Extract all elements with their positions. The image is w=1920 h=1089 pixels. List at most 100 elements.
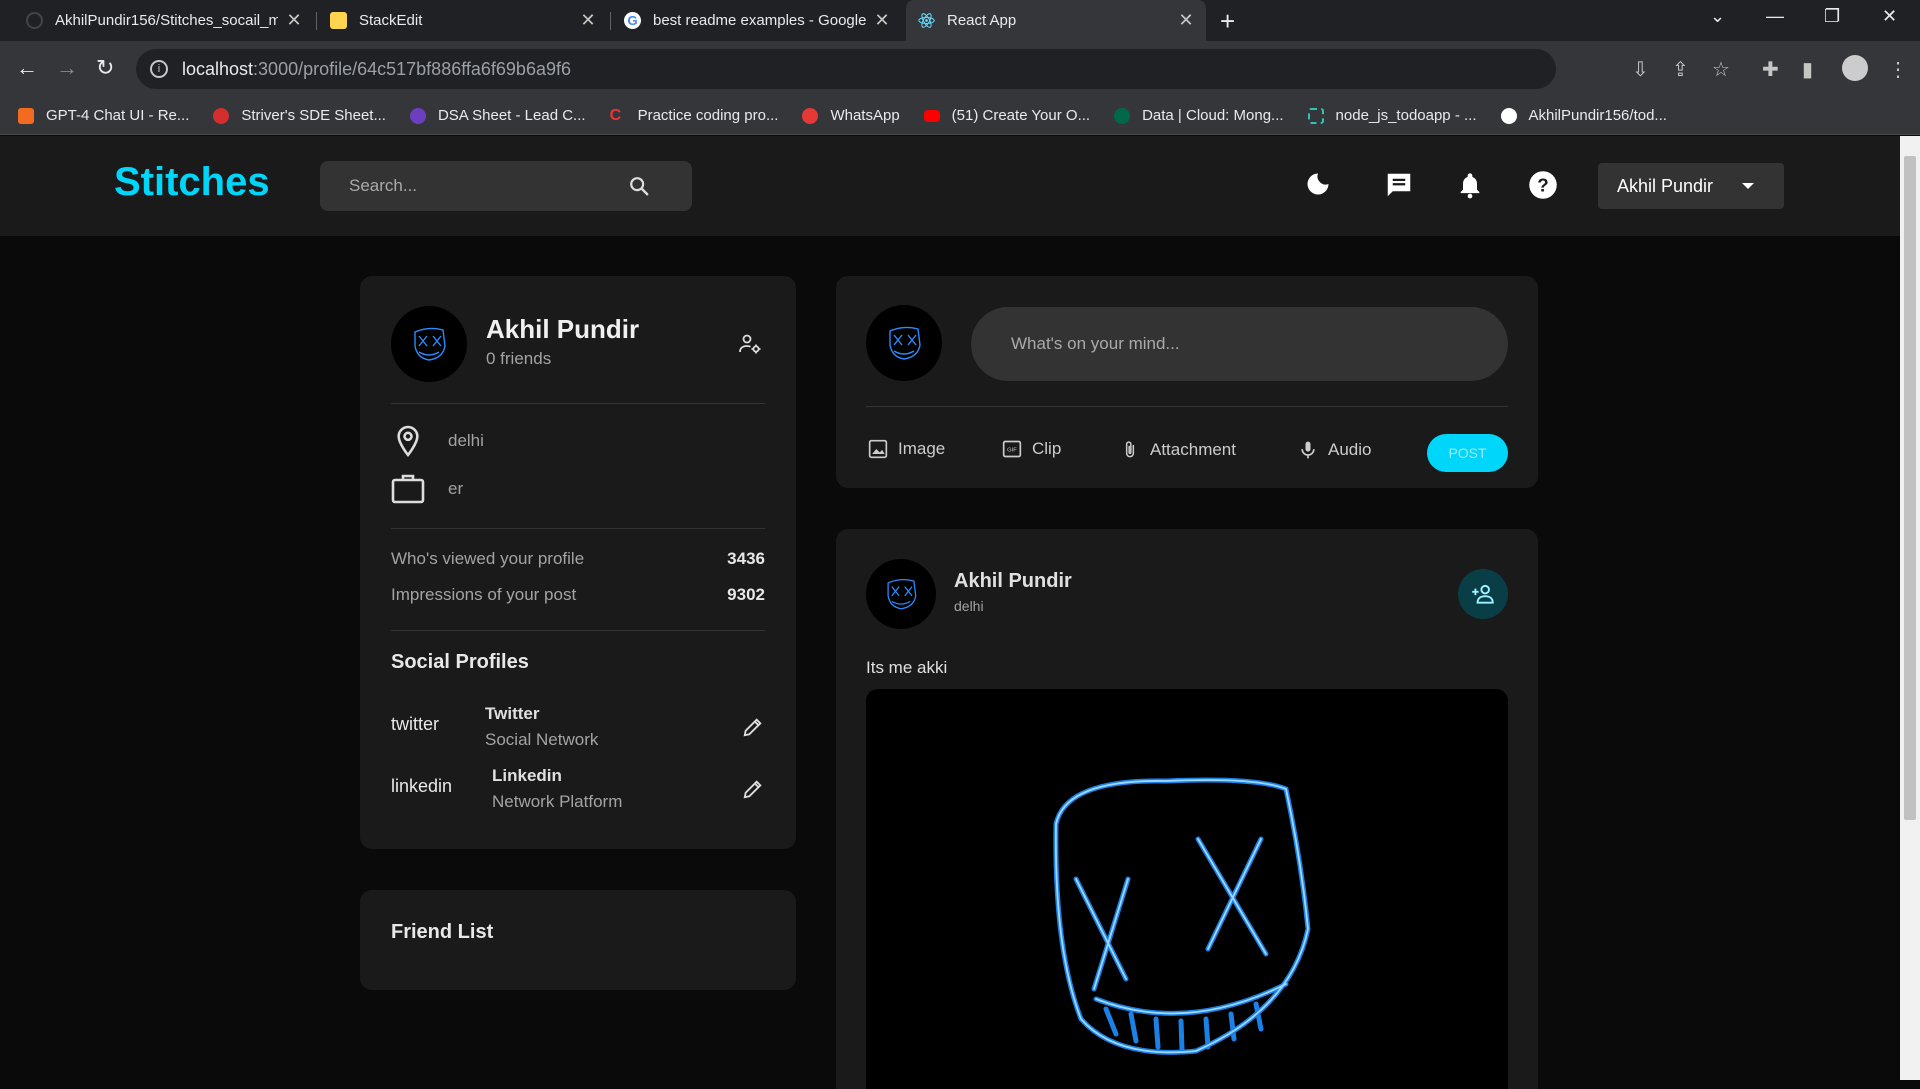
notifications-icon[interactable] (1456, 170, 1484, 200)
profile-card: Akhil Pundir 0 friends delhi er Who's vi… (360, 276, 796, 849)
friend-list-card: Friend List (360, 890, 796, 990)
search-input[interactable]: Search... (320, 161, 692, 211)
forward-icon[interactable]: → (56, 55, 78, 81)
svg-text:GIF: GIF (1007, 448, 1017, 454)
profile-name[interactable]: Akhil Pundir (486, 314, 639, 345)
linkedin-logo-image: linkedin (391, 776, 453, 796)
install-icon[interactable]: ⇩ (1632, 57, 1649, 82)
back-icon[interactable]: ← (16, 55, 38, 81)
friends-count: 0 friends (486, 349, 552, 368)
user-menu-select[interactable]: Akhil Pundir (1598, 163, 1784, 209)
scrollbar-thumb[interactable] (1904, 156, 1916, 820)
minimize-icon[interactable]: — (1766, 6, 1784, 27)
post-button[interactable]: POST (1427, 434, 1508, 472)
bookmark-item[interactable]: node_js_todoapp - ... (1307, 107, 1477, 124)
bookmark-item[interactable]: (51) Create Your O... (923, 107, 1090, 124)
profile-views-label: Who's viewed your profile (391, 549, 585, 568)
post-text: Its me akki (866, 658, 948, 677)
person-add-icon (1472, 584, 1494, 604)
menu-icon[interactable]: ⋮ (1888, 57, 1908, 82)
attachment-button[interactable]: Attachment (1120, 439, 1236, 461)
clip-button[interactable]: GIF Clip (1002, 439, 1061, 459)
profile-avatar-icon[interactable] (1842, 55, 1868, 81)
site-info-icon[interactable]: i (150, 60, 168, 78)
bookmark-item[interactable]: AkhilPundir156/tod... (1500, 107, 1667, 124)
bookmark-item[interactable]: Striver's SDE Sheet... (213, 107, 386, 124)
extensions-icon[interactable]: ✚ (1762, 57, 1779, 82)
close-window-icon[interactable]: ✕ (1882, 6, 1897, 27)
bookmark-item[interactable]: C Practice coding pro... (610, 107, 779, 124)
divider (391, 630, 765, 631)
close-tab-icon[interactable]: ✕ (286, 10, 302, 31)
social-profiles-title: Social Profiles (391, 651, 529, 673)
twitter-subtitle: Social Network (485, 730, 599, 749)
bookmark-icon (18, 107, 34, 124)
avatar[interactable] (866, 559, 936, 629)
tab-search-icon[interactable]: ⌄ (1710, 6, 1725, 27)
close-tab-icon[interactable]: ✕ (580, 10, 596, 31)
manage-account-icon[interactable] (738, 332, 762, 356)
new-tab-icon[interactable]: + (1220, 6, 1235, 37)
url-path: :3000/profile/64c517bf886ffa6f69b6a9f6 (253, 58, 571, 79)
bookmark-icon (802, 107, 819, 124)
audio-button[interactable]: Audio (1298, 439, 1371, 461)
app-navbar: Stitches Search... ? Akhil Pundir (0, 136, 1900, 236)
location-icon (394, 424, 422, 458)
divider (391, 528, 765, 529)
page-scrollbar[interactable] (1900, 136, 1920, 1080)
post-author[interactable]: Akhil Pundir (954, 570, 1072, 593)
browser-tab-stackedit[interactable]: StackEdit ✕ (318, 0, 608, 41)
side-panel-icon[interactable]: ▮ (1802, 57, 1813, 82)
browser-tab-react-app[interactable]: React App ✕ (906, 0, 1206, 41)
bookmark-item[interactable]: DSA Sheet - Lead C... (409, 107, 586, 124)
post-image[interactable] (866, 689, 1508, 1089)
twitter-name: Twitter (485, 704, 540, 723)
close-tab-icon[interactable]: ✕ (874, 10, 890, 31)
url-host: localhost (182, 58, 254, 79)
avatar[interactable] (391, 306, 467, 382)
add-friend-button[interactable] (1458, 569, 1508, 619)
chevron-down-icon (1742, 183, 1754, 189)
bookmark-item[interactable]: GPT-4 Chat UI - Re... (18, 107, 189, 124)
search-icon[interactable] (628, 175, 650, 197)
close-tab-icon[interactable]: ✕ (1178, 10, 1194, 31)
app-viewport: Stitches Search... ? Akhil Pundir Akhil (0, 136, 1900, 1089)
browser-tab-github[interactable]: AkhilPundir156/Stitches_socail_m ✕ (14, 0, 314, 41)
divider (391, 403, 765, 404)
gif-icon: GIF (1002, 440, 1022, 458)
clip-button-label: Clip (1032, 439, 1062, 458)
youtube-icon (923, 109, 940, 122)
edit-twitter-icon[interactable] (742, 716, 764, 738)
browser-tab-google[interactable]: G best readme examples - Google S ✕ (612, 0, 902, 41)
message-icon[interactable] (1384, 170, 1414, 200)
post-input-placeholder: What's on your mind... (1011, 334, 1180, 353)
tab-separator (610, 12, 611, 30)
audio-button-label: Audio (1328, 440, 1372, 459)
bookmark-star-icon[interactable]: ☆ (1712, 57, 1730, 82)
tab-separator (316, 12, 317, 30)
user-name: Akhil Pundir (1617, 175, 1714, 196)
work-icon (391, 472, 425, 504)
avatar[interactable] (866, 305, 942, 381)
app-logo[interactable]: Stitches (114, 160, 270, 205)
image-button[interactable]: Image (868, 439, 945, 459)
linkedin-subtitle: Network Platform (492, 792, 623, 811)
impressions-label: Impressions of your post (391, 585, 577, 604)
profile-views-value: 3436 (727, 549, 765, 568)
dark-mode-icon[interactable] (1304, 170, 1332, 198)
share-icon[interactable]: ⇪ (1672, 57, 1689, 82)
reload-icon[interactable]: ↻ (96, 55, 114, 81)
attachment-icon (1125, 441, 1135, 458)
bookmark-item[interactable]: Data | Cloud: Mong... (1114, 107, 1284, 124)
bookmark-icon (409, 107, 426, 124)
post-location: delhi (954, 598, 984, 614)
stackedit-icon (330, 12, 347, 29)
bookmark-icon (213, 107, 230, 124)
edit-linkedin-icon[interactable] (742, 778, 764, 800)
address-bar[interactable]: i localhost:3000/profile/64c517bf886ffa6… (136, 49, 1556, 89)
post-composer-card: What's on your mind... Image GIF Clip At… (836, 276, 1538, 488)
post-input[interactable]: What's on your mind... (971, 307, 1508, 381)
help-icon[interactable]: ? (1528, 170, 1558, 200)
bookmark-item[interactable]: WhatsApp (802, 107, 900, 124)
restore-icon[interactable]: ❐ (1824, 6, 1840, 27)
